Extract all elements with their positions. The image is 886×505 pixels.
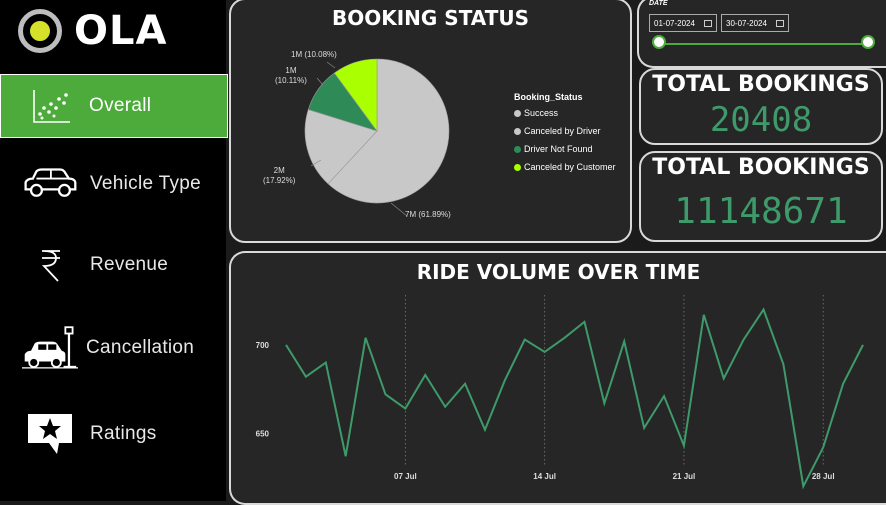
x-tick-label: 14 Jul [533, 472, 556, 481]
sidebar: OLA Overall Vehicle Type Revenue Cancell… [0, 0, 228, 501]
car-icon [22, 162, 78, 206]
calendar-icon [776, 19, 784, 27]
date-range-start-handle[interactable] [652, 35, 666, 49]
x-tick-label: 07 Jul [394, 472, 417, 481]
sidebar-item-vehicle-type[interactable]: Vehicle Type [0, 152, 228, 216]
kpi-value: 20408 [709, 100, 813, 140]
pie-label-canceled-by-driver: 2M (17.92%) [263, 166, 296, 185]
date-filter-card: DATE 01-07-2024 30-07-2024 [637, 0, 886, 68]
pie-label-driver-not-found: 1M (10.11%) [275, 66, 307, 85]
sidebar-item-revenue[interactable]: Revenue [0, 233, 228, 297]
ride-volume-line-chart: 07 Jul 14 Jul 21 Jul 28 Jul 650 700 [256, 295, 864, 490]
sidebar-item-label: Vehicle Type [90, 173, 201, 194]
ola-logo-icon [18, 9, 62, 53]
calendar-icon [704, 19, 712, 27]
legend-item-driver-not-found: Driver Not Found [514, 144, 593, 154]
legend-item-success: Success [514, 108, 558, 118]
y-tick-label: 700 [256, 341, 270, 350]
sidebar-item-label: Cancellation [86, 337, 195, 358]
ride-volume-card: RIDE VOLUME OVER TIME 07 Jul 14 Jul 21 Jul… [229, 251, 886, 505]
rupee-icon [22, 243, 78, 287]
pie-leader-line [326, 61, 336, 69]
sidebar-item-overall[interactable]: Overall [0, 74, 228, 138]
ride-volume-series-line[interactable] [285, 307, 864, 490]
scatter-chart-icon [23, 84, 79, 128]
x-tick-label: 21 Jul [673, 472, 696, 481]
start-date-field[interactable]: 01-07-2024 [649, 14, 717, 32]
pie-label-canceled-by-customer: 1M (10.08%) [291, 50, 337, 59]
date-range-slider-track[interactable] [659, 43, 869, 45]
ola-logo: OLA [18, 6, 167, 56]
date-filter-label: DATE [649, 0, 668, 7]
pie-label-success: 7M (61.89%) [405, 210, 451, 219]
pie-leader-line [316, 77, 324, 86]
legend-item-canceled-by-driver: Canceled by Driver [514, 126, 601, 136]
booking-status-card: BOOKING STATUS Booking_Status Success Ca… [229, 0, 632, 243]
sidebar-item-ratings[interactable]: Ratings [0, 402, 228, 466]
x-tick-label: 28 Jul [812, 472, 835, 481]
y-tick-label: 650 [256, 429, 270, 438]
legend-title: Booking_Status [514, 92, 583, 102]
kpi-title: TOTAL BOOKINGS [652, 72, 870, 97]
logo-text: OLA [74, 8, 168, 54]
star-message-icon [22, 412, 78, 456]
sidebar-item-label: Ratings [90, 423, 157, 444]
car-crash-icon [22, 326, 78, 370]
kpi-value: 11148671 [674, 191, 848, 232]
kpi-title: TOTAL BOOKINGS [652, 155, 870, 180]
legend-item-canceled-by-customer: Canceled by Customer [514, 162, 616, 172]
kpi-total-bookings-card: TOTAL BOOKINGS 20408 [639, 68, 883, 145]
end-date-field[interactable]: 30-07-2024 [721, 14, 789, 32]
sidebar-item-label: Revenue [90, 254, 169, 275]
sidebar-item-cancellation[interactable]: Cancellation [0, 316, 228, 380]
sidebar-item-label: Overall [89, 95, 152, 116]
kpi-total-bookings-value-card: TOTAL BOOKINGS 11148671 [639, 151, 883, 242]
date-range-end-handle[interactable] [861, 35, 875, 49]
booking-status-pie [304, 58, 450, 217]
